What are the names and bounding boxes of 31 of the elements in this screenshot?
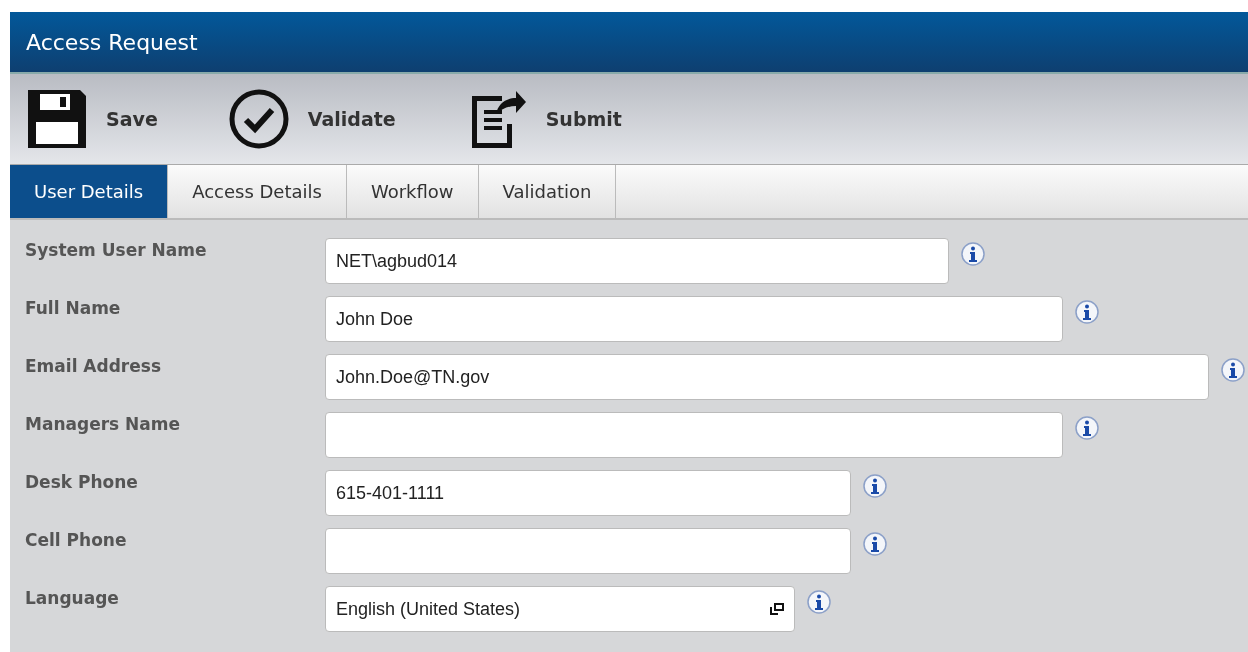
tab[interactable]: User Details (10, 165, 169, 218)
tab[interactable]: Access Details (168, 165, 347, 218)
field-label: Email Address (24, 355, 163, 376)
info-icon[interactable] (1221, 358, 1245, 382)
checkmark-circle-icon (227, 88, 290, 150)
field-label: Cell Phone (24, 529, 128, 550)
field-label: Language (24, 587, 120, 608)
validate-button[interactable]: Validate (227, 88, 396, 150)
submit-button[interactable]: Submit (465, 88, 622, 150)
field-label: Full Name (24, 297, 122, 318)
input-field[interactable]: John.Doe@TN.gov (325, 354, 1209, 400)
field-label: Managers Name (24, 413, 182, 434)
info-icon[interactable] (1075, 416, 1099, 440)
input-field[interactable]: John Doe (325, 296, 1063, 342)
field-label: System User Name (24, 239, 208, 260)
tab[interactable]: Workflow (346, 165, 479, 218)
info-icon[interactable] (807, 590, 831, 614)
save-button[interactable]: Save (26, 88, 158, 150)
window-title: Access Request (10, 12, 1248, 74)
field-label: Desk Phone (24, 471, 139, 492)
tab[interactable]: Validation (478, 165, 617, 218)
input-field[interactable] (325, 412, 1063, 458)
input-field[interactable] (325, 528, 851, 574)
input-field[interactable]: 615-401-1111 (325, 470, 851, 516)
info-icon[interactable] (863, 474, 887, 498)
info-icon[interactable] (1075, 300, 1099, 324)
input-field[interactable]: NET\agbud014 (325, 238, 949, 284)
popup-icon[interactable] (770, 603, 784, 615)
info-icon[interactable] (961, 242, 985, 266)
dropdown-field[interactable]: English (United States) (325, 586, 795, 632)
info-icon[interactable] (863, 532, 887, 556)
